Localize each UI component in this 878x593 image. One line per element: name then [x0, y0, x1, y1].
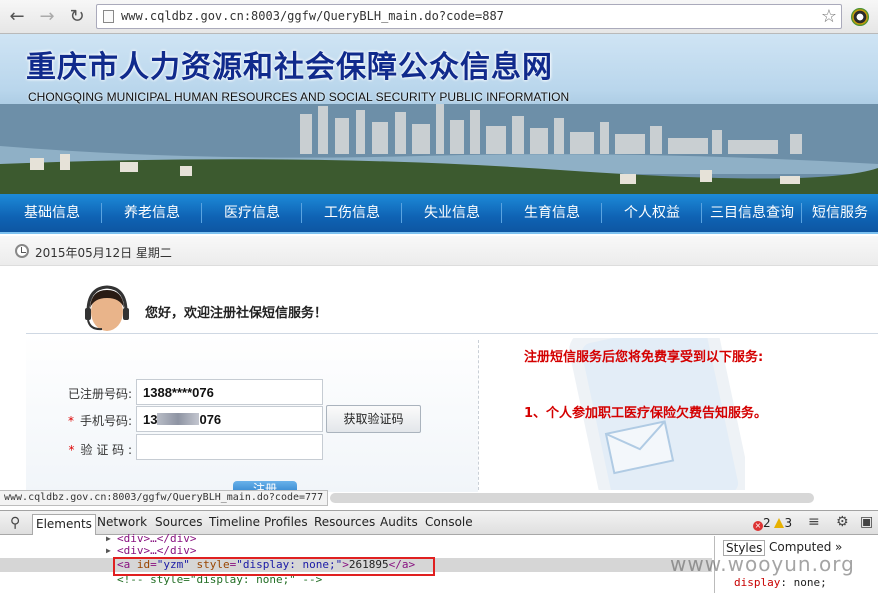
devtools-panel: ⚲ Elements Network Sources Timeline Prof… [0, 510, 878, 593]
nav-item-basic[interactable]: 基础信息 [4, 194, 100, 232]
browser-extension-icon[interactable] [851, 8, 869, 26]
dock-icon[interactable]: ▣ [860, 514, 873, 530]
verify-code-input[interactable] [136, 434, 323, 460]
tab-network[interactable]: Network [97, 515, 147, 529]
address-bar[interactable]: www.cqldbz.gov.cn:8003/ggfw/QueryBLH_mai… [96, 4, 842, 29]
site-title-en: CHONGQING MUNICIPAL HUMAN RESOURCES AND … [28, 90, 570, 104]
tab-resources[interactable]: Resources [314, 515, 375, 529]
nav-item-injury[interactable]: 工伤信息 [304, 194, 400, 232]
warning-count: 3 [784, 516, 793, 530]
tab-profiles[interactable]: Profiles [264, 515, 308, 529]
tab-timeline[interactable]: Timeline [209, 515, 260, 529]
tab-console[interactable]: Console [425, 515, 473, 529]
redacted-blur [157, 413, 200, 425]
nav-divider [101, 203, 102, 223]
nav-item-medical[interactable]: 医疗信息 [204, 194, 300, 232]
back-arrow-icon[interactable]: ← [6, 6, 28, 28]
highlight-box [113, 557, 435, 576]
required-mark: * [67, 414, 74, 428]
expand-triangle-icon[interactable]: ▶ [106, 544, 111, 558]
panel-divider [478, 340, 479, 490]
style-value: none; [793, 576, 827, 589]
phone-number-label-text: 手机号码: [79, 414, 132, 428]
site-banner: 重庆市人力资源和社会保障公众信息网 CHONGQING MUNICIPAL HU… [0, 34, 878, 194]
forward-arrow-icon[interactable]: → [36, 6, 58, 28]
nav-divider [301, 203, 302, 223]
nav-item-sms-service[interactable]: 短信服务 [812, 194, 878, 232]
tab-sources[interactable]: Sources [155, 515, 202, 529]
nav-item-rights[interactable]: 个人权益 [604, 194, 700, 232]
console-drawer-icon[interactable]: ≡ [808, 514, 820, 530]
browser-toolbar: ← → ↻ www.cqldbz.gov.cn:8003/ggfw/QueryB… [0, 0, 878, 34]
error-icon: × [753, 521, 763, 531]
inspect-search-icon[interactable]: ⚲ [10, 515, 20, 531]
nav-divider [601, 203, 602, 223]
clock-icon [15, 244, 29, 258]
main-nav: 基础信息 养老信息 医疗信息 工伤信息 失业信息 生育信息 个人权益 三目信息查… [0, 194, 878, 234]
error-warning-counter[interactable]: × 2 3 [753, 516, 792, 531]
required-mark: * [68, 443, 75, 457]
notice-item-1: 1、个人参加职工医疗保险欠费告知服务。 [524, 406, 768, 421]
current-date: 2015年05月12日 星期二 [35, 246, 172, 260]
nav-divider [401, 203, 402, 223]
watermark: www.wooyun.org [670, 552, 855, 576]
code-text: <div>…</div> [117, 544, 197, 557]
bookmark-star-icon[interactable]: ☆ [821, 6, 837, 27]
phone-suffix: 076 [199, 412, 222, 427]
date-bar: 2015年05月12日 星期二 [0, 236, 878, 266]
settings-gear-icon[interactable]: ⚙ [836, 514, 849, 530]
style-prop: display [734, 576, 781, 589]
nav-divider [501, 203, 502, 223]
nav-divider [201, 203, 202, 223]
error-count: 2 [763, 516, 771, 530]
nav-divider [801, 203, 802, 223]
registered-number-field: 1388****076 [136, 379, 323, 405]
site-title-cn: 重庆市人力资源和社会保障公众信息网 [26, 50, 553, 85]
welcome-heading: 您好，欢迎注册社保短信服务！ [145, 306, 328, 321]
registered-number-label: 已注册号码: [67, 387, 132, 401]
status-bubble: www.cqldbz.gov.cn:8003/ggfw/QueryBLH_mai… [0, 490, 329, 506]
horizontal-scrollbar[interactable] [330, 493, 814, 503]
tab-audits[interactable]: Audits [380, 515, 418, 529]
warning-icon [774, 518, 785, 528]
verify-code-label-text: 验 证 码 : [80, 443, 133, 457]
phone-prefix: 13 [143, 412, 158, 427]
nav-item-catalog-query[interactable]: 三目信息查询 [704, 194, 800, 232]
verify-code-label: * 验 证 码 : [32, 441, 133, 458]
city-skyline-image [0, 104, 878, 194]
nav-divider [701, 203, 702, 223]
notice-title: 注册短信服务后您将免费享受到以下服务: [524, 350, 764, 365]
address-url[interactable]: www.cqldbz.gov.cn:8003/ggfw/QueryBLH_mai… [121, 9, 504, 23]
page-icon [103, 10, 114, 23]
nav-item-pension[interactable]: 养老信息 [104, 194, 200, 232]
nav-item-maternity[interactable]: 生育信息 [504, 194, 600, 232]
phone-number-input[interactable]: 13 076 [136, 406, 323, 432]
reload-icon[interactable]: ↻ [66, 6, 88, 28]
nav-item-unemployment[interactable]: 失业信息 [404, 194, 500, 232]
code-line[interactable]: ▶ <div>…</div> [0, 544, 712, 558]
phone-number-label: * 手机号码: [32, 412, 132, 429]
registered-number-value: 1388****076 [143, 385, 214, 400]
get-code-button[interactable]: 获取验证码 [326, 405, 421, 433]
